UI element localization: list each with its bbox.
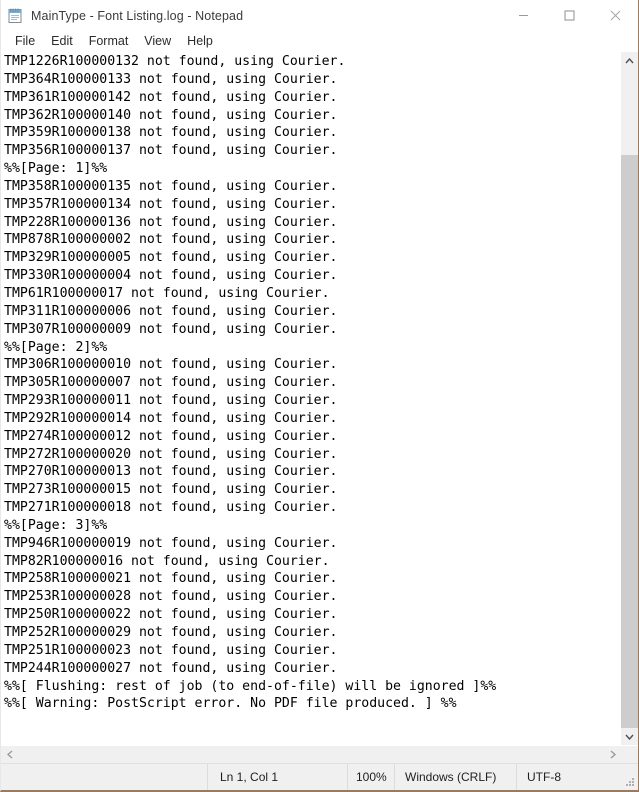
log-line: TMP878R100000002 not found, using Courie… — [4, 232, 338, 248]
log-line: TMP258R100000021 not found, using Courie… — [4, 571, 338, 587]
menu-item-format[interactable]: Format — [81, 32, 137, 51]
scroll-up-button[interactable] — [621, 52, 638, 69]
log-line: TMP357R100000134 not found, using Courie… — [4, 196, 338, 212]
log-line: TMP361R100000142 not found, using Courie… — [4, 89, 338, 105]
log-line: TMP356R100000137 not found, using Courie… — [4, 143, 338, 159]
menu-item-file[interactable]: File — [7, 32, 43, 51]
close-icon — [610, 10, 620, 21]
window-controls — [500, 0, 638, 31]
minimize-icon — [518, 15, 528, 16]
status-encoding[interactable]: UTF-8 — [516, 764, 638, 790]
log-line: TMP274R100000012 not found, using Courie… — [4, 428, 338, 444]
maximize-icon — [564, 10, 574, 21]
window-title: MainType - Font Listing.log - Notepad — [31, 8, 244, 23]
vertical-scroll-thumb[interactable] — [621, 154, 638, 728]
log-line: TMP270R100000013 not found, using Courie… — [4, 464, 338, 480]
log-line: TMP228R100000136 not found, using Courie… — [4, 214, 338, 230]
log-line: TMP330R100000004 not found, using Courie… — [4, 268, 338, 284]
log-line: %%[ Warning: PostScript error. No PDF fi… — [4, 696, 457, 712]
horizontal-scrollbar[interactable] — [1, 745, 638, 763]
log-line: TMP251R100000023 not found, using Courie… — [4, 642, 338, 658]
log-line: %%[ Flushing: rest of job (to end-of-fil… — [4, 678, 497, 694]
chevron-down-icon — [625, 734, 634, 740]
maximize-button[interactable] — [546, 0, 592, 31]
scroll-left-button[interactable] — [1, 746, 18, 763]
status-cursor-position: Ln 1, Col 1 — [207, 764, 347, 790]
log-line: TMP307R100000009 not found, using Courie… — [4, 321, 338, 337]
log-line: TMP253R100000028 not found, using Courie… — [4, 589, 338, 605]
chevron-left-icon — [6, 750, 12, 759]
status-spacer — [1, 764, 207, 790]
scrollbar-corner — [621, 746, 638, 763]
log-line: TMP306R100000010 not found, using Courie… — [4, 357, 338, 373]
scroll-right-button[interactable] — [604, 746, 621, 763]
notepad-icon — [7, 8, 23, 24]
log-line: TMP305R100000007 not found, using Courie… — [4, 375, 338, 391]
status-line-ending[interactable]: Windows (CRLF) — [394, 764, 516, 790]
status-bar: Ln 1, Col 1 100% Windows (CRLF) UTF-8 — [1, 763, 638, 790]
log-line: TMP364R100000133 not found, using Courie… — [4, 71, 338, 87]
horizontal-scroll-track[interactable] — [18, 746, 604, 763]
log-line: TMP1226R100000132 not found, using Couri… — [4, 54, 346, 69]
chevron-right-icon — [610, 750, 616, 759]
status-zoom-level[interactable]: 100% — [347, 764, 394, 790]
log-line: TMP82R100000016 not found, using Courier… — [4, 553, 330, 569]
vertical-scroll-track[interactable] — [621, 69, 638, 728]
log-line: TMP252R100000029 not found, using Courie… — [4, 625, 338, 640]
log-line: TMP61R100000017 not found, using Courier… — [4, 285, 330, 301]
log-line: TMP273R100000015 not found, using Courie… — [4, 482, 338, 498]
log-line: TMP250R100000022 not found, using Courie… — [4, 607, 338, 623]
log-line: TMP362R100000140 not found, using Courie… — [4, 107, 338, 123]
log-line: %%[Page: 1]%% — [4, 161, 108, 177]
log-line: TMP946R100000019 not found, using Courie… — [4, 535, 338, 551]
text-editor[interactable]: TMP1226R100000132 not found, using Couri… — [1, 52, 620, 745]
vertical-scrollbar[interactable] — [620, 52, 638, 745]
log-line: TMP359R100000138 not found, using Courie… — [4, 125, 338, 141]
log-line: TMP272R100000020 not found, using Courie… — [4, 446, 338, 462]
log-line: %%[Page: 3]%% — [4, 517, 108, 533]
log-text-content[interactable]: TMP1226R100000132 not found, using Couri… — [1, 53, 620, 713]
menu-bar: File Edit Format View Help — [1, 31, 638, 52]
log-line: TMP293R100000011 not found, using Courie… — [4, 393, 338, 409]
log-line: TMP292R100000014 not found, using Courie… — [4, 410, 338, 426]
resize-grip-icon[interactable] — [625, 777, 635, 787]
log-line: TMP244R100000027 not found, using Courie… — [4, 660, 338, 676]
menu-item-help[interactable]: Help — [179, 32, 221, 51]
log-line: TMP271R100000018 not found, using Courie… — [4, 500, 338, 516]
scroll-down-button[interactable] — [621, 728, 638, 745]
log-line: TMP358R100000135 not found, using Courie… — [4, 178, 338, 194]
log-line: %%[Page: 2]%% — [4, 339, 108, 355]
log-line: TMP311R100000006 not found, using Courie… — [4, 303, 338, 319]
title-bar[interactable]: MainType - Font Listing.log - Notepad — [1, 0, 638, 31]
notepad-window: MainType - Font Listing.log - Notepad Fi… — [0, 0, 639, 792]
editor-region: TMP1226R100000132 not found, using Couri… — [1, 52, 638, 745]
menu-item-edit[interactable]: Edit — [43, 32, 81, 51]
minimize-button[interactable] — [500, 0, 546, 31]
chevron-up-icon — [625, 57, 634, 63]
log-line: TMP329R100000005 not found, using Courie… — [4, 250, 338, 266]
menu-item-view[interactable]: View — [136, 32, 179, 51]
close-button[interactable] — [592, 0, 638, 31]
